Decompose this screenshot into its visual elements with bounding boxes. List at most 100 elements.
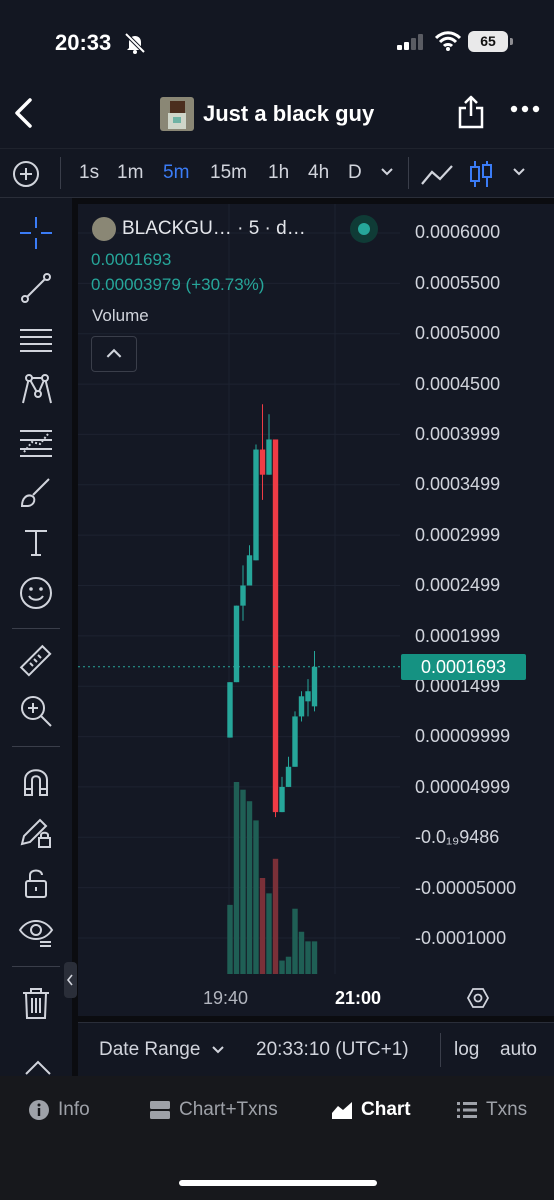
share-icon[interactable]	[457, 94, 485, 130]
token-avatar-small	[92, 217, 116, 241]
chart-type-chevron-down-icon[interactable]	[512, 167, 526, 177]
nav-chart-label: Chart	[361, 1099, 411, 1120]
volume-bars	[227, 782, 318, 974]
volume-bar	[227, 904, 233, 974]
text-tool[interactable]	[16, 522, 56, 562]
visibility-tool[interactable]	[16, 912, 56, 952]
log-scale-toggle[interactable]: log	[454, 1039, 479, 1061]
price-axis-label: -0.00005000	[415, 878, 517, 898]
range-bar: Date Range 20:33:10 (UTC+1) log auto	[78, 1022, 554, 1076]
text-icon	[25, 530, 47, 556]
toolbar-collapse-handle[interactable]	[64, 962, 77, 998]
app-header: Just a black guy	[0, 82, 554, 148]
price-axis-label: 0.0002999	[415, 525, 501, 545]
volume-bar	[233, 782, 240, 974]
home-indicator	[179, 1180, 377, 1186]
volume-bar	[305, 941, 311, 974]
nav-txns[interactable]: Txns	[456, 1099, 527, 1121]
chart-settings-icon[interactable]	[466, 986, 490, 1010]
candle-body	[298, 696, 305, 717]
pencil-lock-icon	[20, 818, 51, 848]
ruler-icon	[19, 644, 52, 677]
price-axis-label: 0.0002499	[415, 575, 501, 595]
trend-line-tool[interactable]	[16, 268, 56, 308]
candle-body	[292, 716, 298, 767]
time-axis-label: 19:40	[203, 988, 249, 1008]
nav-info-label: Info	[58, 1099, 90, 1120]
timeframe-1h[interactable]: 1h	[268, 162, 289, 184]
ruler-tool[interactable]	[16, 641, 56, 681]
price-axis-label: 0.0001999	[415, 626, 501, 646]
date-range-button[interactable]: Date Range	[99, 1039, 200, 1061]
date-range-chevron-down-icon[interactable]	[211, 1045, 225, 1055]
crosshair-tool[interactable]	[16, 213, 56, 253]
timeframe-4h[interactable]: 4h	[308, 162, 329, 184]
timezone-clock[interactable]: 20:33:10 (UTC+1)	[256, 1039, 409, 1061]
eraser-icon[interactable]	[24, 1056, 52, 1076]
candles	[227, 404, 318, 818]
nav-chart-txns[interactable]: Chart+Txns	[149, 1099, 278, 1121]
candle-body	[266, 439, 272, 475]
pattern-icon	[22, 374, 52, 404]
timeframe-1s[interactable]: 1s	[79, 162, 99, 184]
trend-line-icon	[21, 273, 51, 303]
projection-icon	[20, 430, 52, 457]
volume-bar	[292, 908, 298, 974]
zoom-tool[interactable]	[16, 691, 56, 731]
bottom-navigation: Info Chart+Txns Chart Txns	[0, 1076, 554, 1200]
volume-bar	[311, 941, 318, 974]
auto-scale-toggle[interactable]: auto	[500, 1039, 537, 1061]
timeframe-1m[interactable]: 1m	[117, 162, 143, 184]
nav-chart[interactable]: Chart	[331, 1099, 411, 1121]
lock-drawings-tool[interactable]	[16, 812, 56, 852]
nav-txns-label: Txns	[486, 1099, 528, 1120]
price-axis-label: 0.00009999	[415, 726, 511, 746]
projection-tool[interactable]	[16, 422, 56, 462]
timeframe-d[interactable]: D	[348, 162, 362, 184]
crosshair-icon	[20, 217, 52, 249]
candle-body	[272, 439, 279, 813]
chevron-left-icon	[66, 974, 73, 986]
collapse-legend-button[interactable]	[91, 336, 137, 372]
symbol-legend[interactable]: BLACKGU… · 5 · d…	[92, 217, 306, 241]
candle-body	[311, 666, 318, 707]
candle-body	[240, 585, 246, 606]
timeframe-chevron-down-icon[interactable]	[380, 167, 394, 177]
candle-body	[279, 786, 285, 813]
battery-indicator: 65	[468, 31, 513, 52]
timeframe-5m[interactable]: 5m	[163, 162, 189, 184]
chart-toolbar: 1s 1m 5m 15m 1h 4h D	[0, 148, 554, 198]
add-indicator-icon[interactable]	[12, 160, 40, 188]
symbol-label: BLACKGU… · 5 · d…	[122, 218, 306, 239]
nav-info[interactable]: Info	[28, 1099, 90, 1121]
line-chart-icon[interactable]	[420, 160, 454, 188]
brush-icon	[20, 478, 50, 507]
volume-bar	[266, 893, 272, 974]
brush-tool[interactable]	[16, 472, 56, 512]
timeframe-15m[interactable]: 15m	[210, 162, 247, 184]
legend-price: 0.0001693	[91, 250, 172, 269]
tool-divider	[12, 628, 60, 629]
pattern-tool[interactable]	[16, 370, 56, 410]
price-axis-label: 0.0003999	[415, 424, 501, 444]
legend-change: 0.00003979 (+30.73%)	[91, 275, 265, 294]
page-title: Just a black guy	[203, 101, 375, 126]
smiley-icon	[20, 577, 52, 609]
candlestick-icon[interactable]	[469, 159, 493, 189]
back-arrow-icon[interactable]	[8, 96, 38, 130]
candle-body	[285, 766, 292, 787]
candle-body	[259, 449, 266, 475]
zoom-in-icon	[21, 696, 52, 727]
current-price-tag: 0.0001693	[401, 654, 526, 680]
emoji-tool[interactable]	[16, 573, 56, 613]
volume-bar	[259, 878, 266, 974]
price-axis-label: 0.0006000	[415, 222, 501, 242]
delete-tool[interactable]	[16, 983, 56, 1023]
unlock-tool[interactable]	[16, 863, 56, 903]
fib-tool[interactable]	[16, 320, 56, 360]
candle-body	[233, 605, 240, 683]
magnet-tool[interactable]	[16, 761, 56, 801]
volume-bar	[285, 956, 292, 974]
area-chart-icon	[332, 1102, 352, 1119]
more-options-icon[interactable]	[510, 104, 540, 114]
